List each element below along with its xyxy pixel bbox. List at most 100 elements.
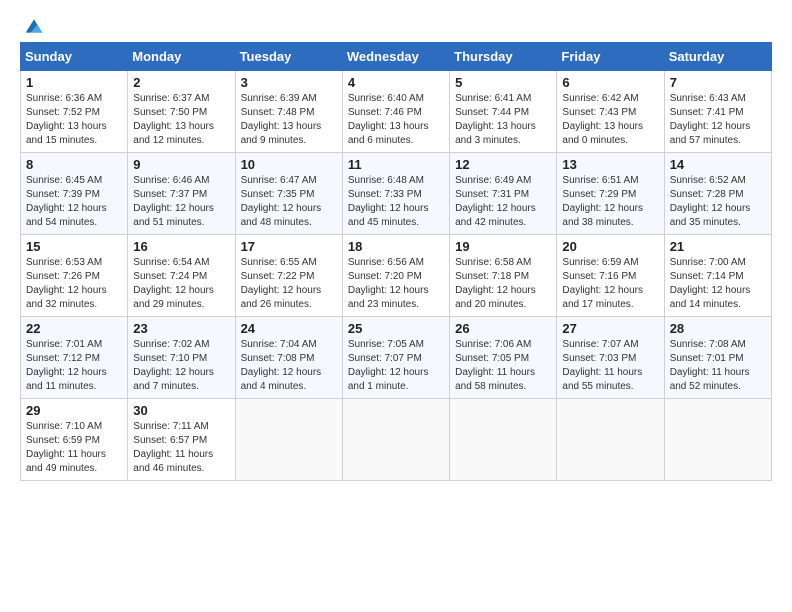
daylight-label: Daylight: 12 hours and 48 minutes. bbox=[241, 203, 322, 228]
day-number: 22 bbox=[26, 321, 122, 336]
sunset-label: Sunset: 7:28 PM bbox=[670, 189, 744, 200]
day-number: 20 bbox=[562, 239, 658, 254]
day-info: Sunrise: 6:41 AM Sunset: 7:44 PM Dayligh… bbox=[455, 92, 551, 148]
sunset-label: Sunset: 7:31 PM bbox=[455, 189, 529, 200]
day-number: 27 bbox=[562, 321, 658, 336]
sunset-label: Sunset: 7:46 PM bbox=[348, 107, 422, 118]
sunrise-label: Sunrise: 6:42 AM bbox=[562, 93, 638, 104]
calendar-day-cell: 27 Sunrise: 7:07 AM Sunset: 7:03 PM Dayl… bbox=[557, 317, 664, 399]
calendar-day-cell: 1 Sunrise: 6:36 AM Sunset: 7:52 PM Dayli… bbox=[21, 71, 128, 153]
day-info: Sunrise: 7:10 AM Sunset: 6:59 PM Dayligh… bbox=[26, 420, 122, 476]
sunrise-label: Sunrise: 7:11 AM bbox=[133, 421, 208, 432]
day-number: 9 bbox=[133, 157, 229, 172]
calendar-day-cell: 16 Sunrise: 6:54 AM Sunset: 7:24 PM Dayl… bbox=[128, 235, 235, 317]
day-number: 19 bbox=[455, 239, 551, 254]
day-info: Sunrise: 6:56 AM Sunset: 7:20 PM Dayligh… bbox=[348, 256, 444, 312]
sunset-label: Sunset: 7:52 PM bbox=[26, 107, 100, 118]
sunrise-label: Sunrise: 6:45 AM bbox=[26, 175, 102, 186]
calendar-week-row: 15 Sunrise: 6:53 AM Sunset: 7:26 PM Dayl… bbox=[21, 235, 772, 317]
calendar-day-cell: 15 Sunrise: 6:53 AM Sunset: 7:26 PM Dayl… bbox=[21, 235, 128, 317]
daylight-label: Daylight: 11 hours and 58 minutes. bbox=[455, 367, 535, 392]
sunset-label: Sunset: 7:08 PM bbox=[241, 353, 315, 364]
daylight-label: Daylight: 12 hours and 38 minutes. bbox=[562, 203, 643, 228]
calendar-table: SundayMondayTuesdayWednesdayThursdayFrid… bbox=[20, 42, 772, 481]
daylight-label: Daylight: 11 hours and 49 minutes. bbox=[26, 449, 106, 474]
sunset-label: Sunset: 7:03 PM bbox=[562, 353, 636, 364]
sunrise-label: Sunrise: 6:55 AM bbox=[241, 257, 317, 268]
calendar-day-cell: 6 Sunrise: 6:42 AM Sunset: 7:43 PM Dayli… bbox=[557, 71, 664, 153]
daylight-label: Daylight: 12 hours and 35 minutes. bbox=[670, 203, 751, 228]
day-info: Sunrise: 6:59 AM Sunset: 7:16 PM Dayligh… bbox=[562, 256, 658, 312]
sunrise-label: Sunrise: 6:46 AM bbox=[133, 175, 209, 186]
sunrise-label: Sunrise: 7:04 AM bbox=[241, 339, 317, 350]
day-of-week-header: Sunday bbox=[21, 43, 128, 71]
daylight-label: Daylight: 11 hours and 52 minutes. bbox=[670, 367, 750, 392]
sunset-label: Sunset: 7:33 PM bbox=[348, 189, 422, 200]
daylight-label: Daylight: 12 hours and 17 minutes. bbox=[562, 285, 643, 310]
sunset-label: Sunset: 7:07 PM bbox=[348, 353, 422, 364]
day-info: Sunrise: 6:54 AM Sunset: 7:24 PM Dayligh… bbox=[133, 256, 229, 312]
calendar-day-cell: 11 Sunrise: 6:48 AM Sunset: 7:33 PM Dayl… bbox=[342, 153, 449, 235]
calendar-day-cell: 19 Sunrise: 6:58 AM Sunset: 7:18 PM Dayl… bbox=[450, 235, 557, 317]
sunset-label: Sunset: 7:39 PM bbox=[26, 189, 100, 200]
sunset-label: Sunset: 7:41 PM bbox=[670, 107, 744, 118]
calendar-day-cell bbox=[235, 399, 342, 481]
day-number: 17 bbox=[241, 239, 337, 254]
calendar-day-cell: 30 Sunrise: 7:11 AM Sunset: 6:57 PM Dayl… bbox=[128, 399, 235, 481]
day-number: 14 bbox=[670, 157, 766, 172]
daylight-label: Daylight: 12 hours and 1 minute. bbox=[348, 367, 429, 392]
day-number: 28 bbox=[670, 321, 766, 336]
logo bbox=[20, 16, 44, 32]
sunrise-label: Sunrise: 7:07 AM bbox=[562, 339, 638, 350]
sunset-label: Sunset: 7:44 PM bbox=[455, 107, 529, 118]
day-info: Sunrise: 7:05 AM Sunset: 7:07 PM Dayligh… bbox=[348, 338, 444, 394]
page-header bbox=[20, 16, 772, 32]
sunrise-label: Sunrise: 6:43 AM bbox=[670, 93, 746, 104]
daylight-label: Daylight: 12 hours and 23 minutes. bbox=[348, 285, 429, 310]
day-info: Sunrise: 7:06 AM Sunset: 7:05 PM Dayligh… bbox=[455, 338, 551, 394]
calendar-week-row: 8 Sunrise: 6:45 AM Sunset: 7:39 PM Dayli… bbox=[21, 153, 772, 235]
day-info: Sunrise: 6:51 AM Sunset: 7:29 PM Dayligh… bbox=[562, 174, 658, 230]
sunrise-label: Sunrise: 6:49 AM bbox=[455, 175, 531, 186]
day-of-week-header: Saturday bbox=[664, 43, 771, 71]
calendar-day-cell bbox=[557, 399, 664, 481]
day-number: 5 bbox=[455, 75, 551, 90]
day-info: Sunrise: 6:46 AM Sunset: 7:37 PM Dayligh… bbox=[133, 174, 229, 230]
daylight-label: Daylight: 12 hours and 54 minutes. bbox=[26, 203, 107, 228]
sunrise-label: Sunrise: 7:01 AM bbox=[26, 339, 102, 350]
daylight-label: Daylight: 12 hours and 57 minutes. bbox=[670, 121, 751, 146]
sunset-label: Sunset: 7:37 PM bbox=[133, 189, 207, 200]
day-info: Sunrise: 6:45 AM Sunset: 7:39 PM Dayligh… bbox=[26, 174, 122, 230]
calendar-day-cell: 17 Sunrise: 6:55 AM Sunset: 7:22 PM Dayl… bbox=[235, 235, 342, 317]
sunrise-label: Sunrise: 6:52 AM bbox=[670, 175, 746, 186]
sunset-label: Sunset: 7:22 PM bbox=[241, 271, 315, 282]
day-info: Sunrise: 6:42 AM Sunset: 7:43 PM Dayligh… bbox=[562, 92, 658, 148]
day-of-week-header: Friday bbox=[557, 43, 664, 71]
day-number: 23 bbox=[133, 321, 229, 336]
sunrise-label: Sunrise: 6:58 AM bbox=[455, 257, 531, 268]
sunrise-label: Sunrise: 6:36 AM bbox=[26, 93, 102, 104]
sunrise-label: Sunrise: 7:02 AM bbox=[133, 339, 209, 350]
day-info: Sunrise: 7:02 AM Sunset: 7:10 PM Dayligh… bbox=[133, 338, 229, 394]
day-of-week-header: Monday bbox=[128, 43, 235, 71]
sunrise-label: Sunrise: 7:06 AM bbox=[455, 339, 531, 350]
sunset-label: Sunset: 7:10 PM bbox=[133, 353, 207, 364]
calendar-header-row: SundayMondayTuesdayWednesdayThursdayFrid… bbox=[21, 43, 772, 71]
day-info: Sunrise: 6:37 AM Sunset: 7:50 PM Dayligh… bbox=[133, 92, 229, 148]
sunrise-label: Sunrise: 6:47 AM bbox=[241, 175, 317, 186]
sunset-label: Sunset: 7:16 PM bbox=[562, 271, 636, 282]
calendar-day-cell: 20 Sunrise: 6:59 AM Sunset: 7:16 PM Dayl… bbox=[557, 235, 664, 317]
day-number: 6 bbox=[562, 75, 658, 90]
calendar-day-cell: 18 Sunrise: 6:56 AM Sunset: 7:20 PM Dayl… bbox=[342, 235, 449, 317]
day-number: 25 bbox=[348, 321, 444, 336]
calendar-day-cell: 9 Sunrise: 6:46 AM Sunset: 7:37 PM Dayli… bbox=[128, 153, 235, 235]
day-number: 16 bbox=[133, 239, 229, 254]
calendar-week-row: 1 Sunrise: 6:36 AM Sunset: 7:52 PM Dayli… bbox=[21, 71, 772, 153]
calendar-day-cell: 4 Sunrise: 6:40 AM Sunset: 7:46 PM Dayli… bbox=[342, 71, 449, 153]
day-info: Sunrise: 6:43 AM Sunset: 7:41 PM Dayligh… bbox=[670, 92, 766, 148]
calendar-day-cell: 5 Sunrise: 6:41 AM Sunset: 7:44 PM Dayli… bbox=[450, 71, 557, 153]
day-info: Sunrise: 6:39 AM Sunset: 7:48 PM Dayligh… bbox=[241, 92, 337, 148]
day-info: Sunrise: 6:58 AM Sunset: 7:18 PM Dayligh… bbox=[455, 256, 551, 312]
calendar-day-cell: 24 Sunrise: 7:04 AM Sunset: 7:08 PM Dayl… bbox=[235, 317, 342, 399]
daylight-label: Daylight: 12 hours and 20 minutes. bbox=[455, 285, 536, 310]
